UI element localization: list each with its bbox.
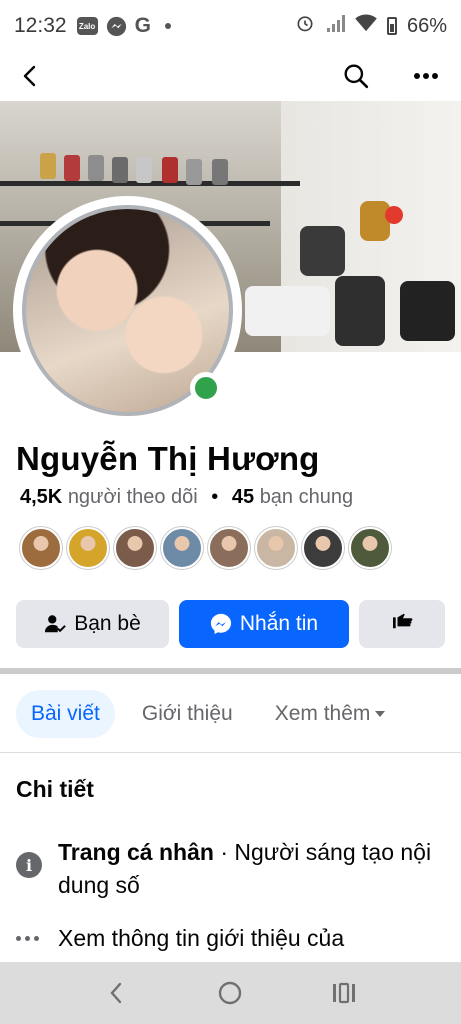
wifi-icon <box>355 14 377 38</box>
info-icon: i <box>16 852 42 878</box>
cover-machine <box>64 155 80 181</box>
search-icon <box>344 64 369 89</box>
home-circle-icon <box>218 981 242 1005</box>
more-options-button[interactable] <box>406 56 446 96</box>
cover-machine <box>88 155 104 181</box>
hand-pointing-icon <box>391 612 413 636</box>
followers-count[interactable]: 4,5K <box>20 486 62 508</box>
cover-grinder <box>400 281 455 341</box>
cover-machine <box>186 159 202 185</box>
cover-roaster <box>360 201 390 241</box>
more-horizontal-icon <box>16 922 42 955</box>
chevron-left-icon <box>23 65 36 87</box>
messenger-notification-icon <box>106 16 127 37</box>
recent-apps-icon <box>333 982 355 1004</box>
friend-check-icon <box>44 613 67 635</box>
detail-row-see-about[interactable]: Xem thông tin giới thiệu của <box>16 922 436 955</box>
alarm-icon <box>295 13 315 39</box>
clock: 12:32 <box>14 14 67 37</box>
tab-posts-label: Bài viết <box>31 702 100 725</box>
cover-machine <box>212 159 228 185</box>
detail-profile-type: Trang cá nhân <box>58 839 214 865</box>
system-home-button[interactable] <box>213 976 247 1010</box>
cover-machine <box>162 157 178 183</box>
cover-grinder <box>335 276 385 346</box>
top-nav <box>0 52 461 98</box>
back-button[interactable] <box>10 56 50 96</box>
details-title: Chi tiết <box>16 776 94 802</box>
see-about-link[interactable]: Xem thông tin giới thiệu của <box>58 922 344 955</box>
mutual-friends-count[interactable]: 45 <box>232 486 254 508</box>
tab-about[interactable]: Giới thiệu <box>127 690 248 738</box>
mutual-friend-avatar[interactable] <box>302 527 344 569</box>
mutual-friends-label[interactable]: bạn chung <box>260 486 353 508</box>
status-bar: 12:32 Zalo G 66% <box>0 0 461 52</box>
caret-down-icon <box>375 711 386 717</box>
system-back-button[interactable] <box>99 976 133 1010</box>
tab-see-more[interactable]: Xem thêm <box>260 690 401 738</box>
google-icon: G <box>134 14 151 37</box>
chevron-left-icon <box>110 982 122 1004</box>
cover-machine <box>112 157 128 183</box>
message-button[interactable]: Nhắn tin <box>179 600 349 648</box>
stats-separator: • <box>211 486 219 508</box>
mutual-friend-avatar[interactable] <box>114 527 156 569</box>
cover-grinder <box>300 226 345 276</box>
messenger-icon <box>210 613 232 635</box>
profile-name: Nguyễn Thị Hương <box>16 440 320 477</box>
detail-row-profile-type: i Trang cá nhân · Người sáng tạo nội dun… <box>16 836 436 902</box>
section-divider <box>0 668 461 674</box>
search-button[interactable] <box>336 56 376 96</box>
more-horizontal-icon <box>414 73 438 79</box>
followers-label[interactable]: người theo dõi <box>68 486 198 508</box>
battery-icon <box>386 17 397 35</box>
tab-posts[interactable]: Bài viết <box>16 690 115 738</box>
friends-button-label: Bạn bè <box>74 612 141 635</box>
profile-stats: 4,5K người theo dõi • 45 bạn chung <box>20 486 353 509</box>
friends-button[interactable]: Bạn bè <box>16 600 169 648</box>
battery-percent: 66% <box>406 14 447 37</box>
mutual-friends-row <box>20 527 391 569</box>
mutual-friend-avatar[interactable] <box>349 527 391 569</box>
system-recents-button[interactable] <box>327 976 361 1010</box>
cover-machine <box>136 157 152 183</box>
mutual-friend-avatar[interactable] <box>161 527 203 569</box>
tab-about-label: Giới thiệu <box>141 702 233 725</box>
more-actions-button[interactable] <box>359 600 445 648</box>
online-status-indicator <box>190 372 222 404</box>
profile-tabs: Bài viết Giới thiệu Xem thêm <box>16 690 412 738</box>
mutual-friend-avatar[interactable] <box>255 527 297 569</box>
tab-see-more-label: Xem thêm <box>274 702 371 725</box>
tabs-separator <box>0 752 461 753</box>
mutual-friend-avatar[interactable] <box>20 527 62 569</box>
mutual-friend-avatar[interactable] <box>67 527 109 569</box>
mutual-friend-avatar[interactable] <box>208 527 250 569</box>
cover-machine <box>40 153 56 179</box>
more-notifications-dot <box>164 23 171 29</box>
signal-icon <box>325 14 345 38</box>
profile-actions: Bạn bè Nhắn tin <box>16 600 445 648</box>
system-nav-bar <box>0 962 461 1024</box>
zalo-icon: Zalo <box>76 17 98 35</box>
message-button-label: Nhắn tin <box>239 612 319 635</box>
cover-grinder <box>245 286 330 336</box>
cover-red-lamp <box>385 206 403 224</box>
